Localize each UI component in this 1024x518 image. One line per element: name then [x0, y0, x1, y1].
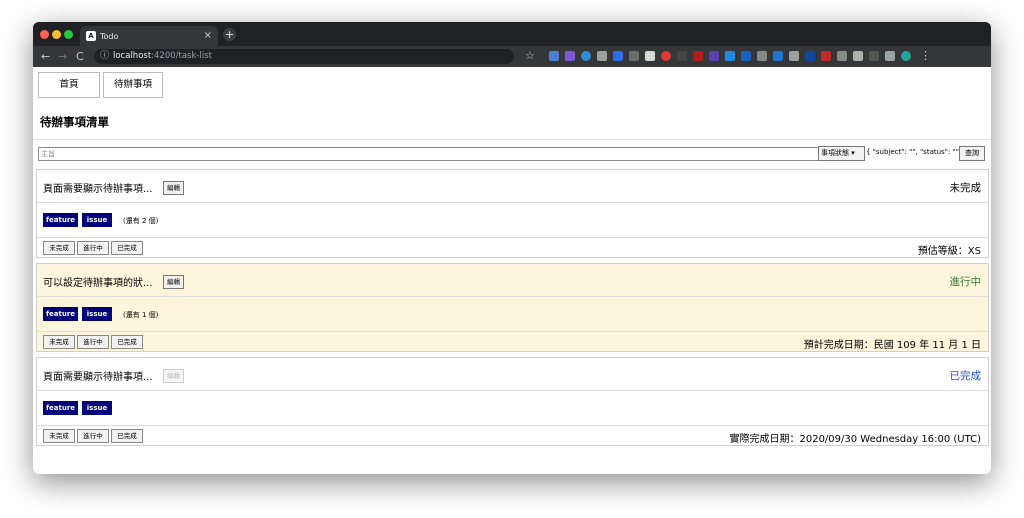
site-info-icon[interactable]: ⓘ: [100, 49, 109, 64]
extension-icon[interactable]: [853, 51, 863, 61]
set-status-doing-button[interactable]: 進行中: [77, 335, 109, 349]
close-window-button[interactable]: [40, 30, 49, 39]
set-status-done-button[interactable]: 已完成: [111, 429, 143, 443]
task-status: 進行中: [949, 276, 982, 288]
extension-icon[interactable]: [661, 51, 671, 61]
extension-icon[interactable]: [805, 51, 815, 61]
edit-button[interactable]: 編輯: [163, 181, 184, 195]
edit-button[interactable]: 編輯: [163, 275, 184, 289]
more-tags-count: (還有 1 個): [123, 311, 159, 319]
task-status: 未完成: [949, 182, 982, 194]
angular-favicon-icon: A: [86, 31, 96, 41]
browser-toolbar: ← → C ⓘ localhost:4200/task-list ☆ ⋮: [33, 46, 991, 67]
extension-icon[interactable]: [565, 51, 575, 61]
divider: [33, 139, 991, 140]
task-info: 預估等級：XS: [917, 246, 981, 257]
set-status-todo-button[interactable]: 未完成: [43, 429, 75, 443]
extension-icon[interactable]: [725, 51, 735, 61]
set-status-doing-button[interactable]: 進行中: [77, 241, 109, 255]
bookmark-star-icon[interactable]: ☆: [525, 49, 535, 62]
nav-home-button[interactable]: 首頁: [38, 72, 100, 98]
task-card: 頁面需要顯示待辦事項... 編輯 未完成 feature issue (還有 2…: [36, 169, 989, 258]
query-button[interactable]: 查詢: [959, 146, 985, 161]
more-tags-count: (還有 2 個): [123, 217, 159, 225]
extension-icon[interactable]: [597, 51, 607, 61]
extension-icon[interactable]: [581, 51, 591, 61]
tag-issue: issue: [82, 213, 112, 227]
url-host: localhost: [113, 51, 152, 61]
task-subject: 頁面需要顯示待辦事項...: [43, 184, 153, 195]
tag-feature: feature: [43, 401, 78, 415]
tag-feature: feature: [43, 307, 78, 321]
extension-icon[interactable]: [837, 51, 847, 61]
extension-icon[interactable]: [709, 51, 719, 61]
back-icon[interactable]: ←: [41, 50, 50, 63]
url-path: :4200/task-list: [151, 51, 212, 61]
browser-window: A Todo × + ← → C ⓘ localhost:4200/task-l…: [33, 22, 991, 474]
subject-search-input[interactable]: 主旨: [38, 147, 822, 161]
profile-avatar[interactable]: [901, 51, 911, 61]
browser-menu-icon[interactable]: ⋮: [920, 49, 931, 62]
reload-icon[interactable]: C: [76, 50, 84, 63]
task-subject: 可以設定待辦事項的狀...: [43, 278, 153, 289]
set-status-done-button[interactable]: 已完成: [111, 335, 143, 349]
extension-icon[interactable]: [773, 51, 783, 61]
extension-icon[interactable]: [869, 51, 879, 61]
extension-icon[interactable]: [821, 51, 831, 61]
task-status: 已完成: [949, 370, 982, 382]
minimize-window-button[interactable]: [52, 30, 61, 39]
new-tab-button[interactable]: +: [223, 28, 236, 41]
extension-icon[interactable]: [549, 51, 559, 61]
extension-icon[interactable]: [677, 51, 687, 61]
task-card: 可以設定待辦事項的狀... 編輯 進行中 feature issue (還有 1…: [36, 263, 989, 352]
browser-tab[interactable]: A Todo ×: [80, 26, 218, 46]
set-status-doing-button[interactable]: 進行中: [77, 429, 109, 443]
set-status-todo-button[interactable]: 未完成: [43, 335, 75, 349]
tag-issue: issue: [82, 401, 112, 415]
extension-icon[interactable]: [757, 51, 767, 61]
page-title: 待辦事項清單: [40, 115, 109, 129]
extensions-puzzle-icon[interactable]: [885, 51, 895, 61]
extension-icon[interactable]: [741, 51, 751, 61]
status-select[interactable]: 事項狀態 ▾: [818, 146, 865, 161]
tag-issue: issue: [82, 307, 112, 321]
extension-icon[interactable]: [789, 51, 799, 61]
edit-button-disabled: 編輯: [163, 369, 184, 383]
extension-icon[interactable]: [629, 51, 639, 61]
task-card: 頁面需要顯示待辦事項... 編輯 已完成 feature issue 未完成 進…: [36, 357, 989, 446]
page-content: 首頁 待辦事項 待辦事項清單 主旨 事項狀態 ▾ { "subject": ""…: [33, 67, 991, 474]
zoom-window-button[interactable]: [64, 30, 73, 39]
tab-bar: A Todo × +: [33, 22, 991, 46]
task-info: 預計完成日期：民國 109 年 11 月 1 日: [803, 340, 981, 351]
tag-feature: feature: [43, 213, 78, 227]
task-info: 實際完成日期：2020/09/30 Wednesday 16:00 (UTC): [729, 434, 981, 445]
forward-icon[interactable]: →: [58, 50, 67, 63]
extension-icon[interactable]: [693, 51, 703, 61]
nav-todo-button[interactable]: 待辦事項: [103, 72, 163, 98]
query-json-text: { "subject": "", "status": "" }: [866, 148, 966, 156]
address-bar[interactable]: ⓘ localhost:4200/task-list: [94, 49, 514, 64]
tab-close-icon[interactable]: ×: [204, 30, 212, 41]
extension-icon[interactable]: [613, 51, 623, 61]
set-status-done-button[interactable]: 已完成: [111, 241, 143, 255]
extension-icon[interactable]: [645, 51, 655, 61]
task-subject: 頁面需要顯示待辦事項...: [43, 372, 153, 383]
tab-title: Todo: [100, 32, 119, 41]
set-status-todo-button[interactable]: 未完成: [43, 241, 75, 255]
